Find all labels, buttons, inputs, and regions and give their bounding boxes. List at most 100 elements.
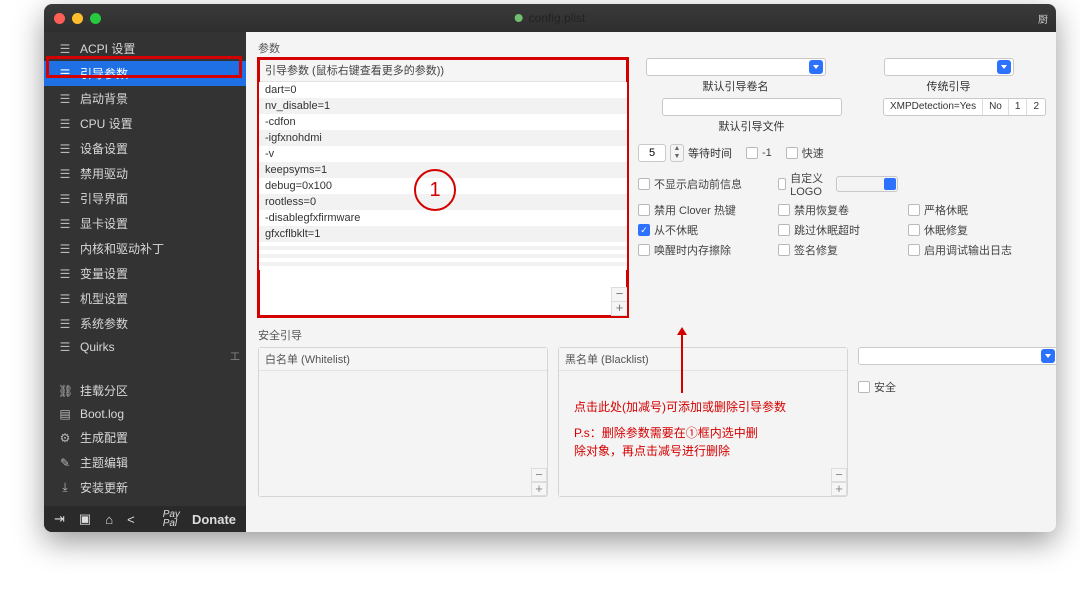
whitelist-add-button[interactable]: + <box>531 482 547 496</box>
secure-boot-section: 安全引导 白名单 (Whitelist) −+ 黑名单 (Blacklist) … <box>258 327 1056 497</box>
boot-args-header: 引导参数 (鼠标右键查看更多的参数)) <box>259 59 627 82</box>
tools-theme-edit[interactable]: ✎主题编辑 <box>44 450 246 475</box>
boot-flags-grid: 不显示启动前信息 自定义 LOGO 禁用 Clover 热键 禁用恢复卷 严格休… <box>638 170 1046 258</box>
boot-args-list[interactable]: dart=0 nv_disable=1 -cdfon -igfxnohdmi -… <box>259 82 627 316</box>
sidebar-item-boot-args[interactable]: ☰引导参数 <box>44 61 246 86</box>
sidebar-item-gui[interactable]: ☰引导界面 <box>44 186 246 211</box>
blacklist-header: 黑名单 (Blacklist) <box>559 348 847 371</box>
legacy-boot-select[interactable] <box>884 58 1014 76</box>
disable-clover-hotkeys-checkbox[interactable]: 禁用 Clover 热键 <box>638 202 768 218</box>
rtc-hibernate-aware-checkbox[interactable]: 唤醒时内存擦除 <box>638 242 768 258</box>
boot-arg-row[interactable]: gfxcflbklt=1 <box>259 226 627 242</box>
tools-generate-config[interactable]: ⚙生成配置 <box>44 425 246 450</box>
sidebar-item-devices[interactable]: ☰设备设置 <box>44 136 246 161</box>
export-icon[interactable]: ⇥ <box>54 511 65 527</box>
boot-arg-row[interactable]: rootless=0 <box>259 194 627 210</box>
whitelist-remove-button[interactable]: − <box>531 468 547 482</box>
boot-arg-row[interactable]: keepsyms=1 <box>259 162 627 178</box>
blacklist-add-button[interactable]: + <box>831 482 847 496</box>
saved-indicator-icon <box>515 14 523 22</box>
sidebar-item-graphics[interactable]: ☰显卡设置 <box>44 211 246 236</box>
args-section-label: 参数 <box>258 40 628 56</box>
sidebar-item-kernel-and-kext-patches[interactable]: ☰内核和驱动补丁 <box>44 236 246 261</box>
zoom-window-button[interactable] <box>90 13 101 24</box>
sidebar-item-smbios[interactable]: ☰机型设置 <box>44 286 246 311</box>
sidebar-item-quirks[interactable]: ☰Quirks <box>44 336 246 358</box>
secure-boot-mode-select[interactable] <box>858 347 1056 365</box>
default-volume-select[interactable] <box>646 58 826 76</box>
boot-arg-row[interactable] <box>259 266 627 270</box>
boot-settings-column: 默认引导卷名 传统引导 默认引导文件 XMPDetect <box>638 58 1046 258</box>
whitelist-body[interactable] <box>259 371 547 496</box>
list-icon: ☰ <box>58 217 72 231</box>
close-window-button[interactable] <box>54 13 65 24</box>
sidebar-item-system-parameters[interactable]: ☰系统参数 <box>44 311 246 336</box>
save-icon[interactable]: ▣ <box>79 511 91 527</box>
filename-label: config.plist <box>529 11 586 25</box>
list-icon: ☰ <box>58 317 72 331</box>
log-icon: ▤ <box>58 407 72 421</box>
boot-args-panel: 引导参数 (鼠标右键查看更多的参数)) dart=0 nv_disable=1 … <box>258 58 628 317</box>
boot-arg-row[interactable]: debug=0x100 <box>259 178 627 194</box>
sidebar-item-rt-variables[interactable]: ☰变量设置 <box>44 261 246 286</box>
xmp-segmented-control[interactable]: XMPDetection=Yes No 1 2 <box>883 98 1046 116</box>
timeout-stepper[interactable]: ▲▼ <box>670 144 684 162</box>
xmp-seg-1[interactable]: 1 <box>1009 99 1028 115</box>
mount-icon: ⛓ <box>58 384 72 398</box>
boot-arg-row[interactable]: nv_disable=1 <box>259 98 627 114</box>
dropdown-icon <box>809 60 823 74</box>
tools-install-update[interactable]: ⤓安装更新 <box>44 475 246 500</box>
main-content: 参数 引导参数 (鼠标右键查看更多的参数)) dart=0 nv_disable… <box>246 32 1056 532</box>
disable-recovery-checkbox[interactable]: 禁用恢复卷 <box>778 202 898 218</box>
strict-hibernate-checkbox[interactable]: 严格休眠 <box>908 202 1038 218</box>
timeout-input[interactable] <box>638 144 666 162</box>
sidebar-bottom-bar: ⇥ ▣ ⌂ < PayPal Donate <box>44 506 246 532</box>
home-icon[interactable]: ⌂ <box>105 512 113 527</box>
timeout-label: 等待时间 <box>688 145 732 161</box>
titlebar-title: config.plist <box>515 11 586 25</box>
boot-arg-row[interactable]: dart=0 <box>259 82 627 98</box>
boot-arg-row[interactable]: -v <box>259 146 627 162</box>
minimize-window-button[interactable] <box>72 13 83 24</box>
sidebar-item-cpu[interactable]: ☰CPU 设置 <box>44 111 246 136</box>
boot-arg-row[interactable]: -igfxnohdmi <box>259 130 627 146</box>
no-early-progress-checkbox[interactable]: 不显示启动前信息 <box>638 170 768 198</box>
neg1-checkbox[interactable]: -1 <box>746 147 772 159</box>
xmp-seg-no[interactable]: No <box>983 99 1009 115</box>
xmp-seg-yes[interactable]: XMPDetection=Yes <box>884 99 983 115</box>
sidebar-item-boot-graphics[interactable]: ☰启动背景 <box>44 86 246 111</box>
legacy-boot-label: 传统引导 <box>927 78 971 94</box>
secure-checkbox[interactable]: 安全 <box>858 379 896 395</box>
tools-bootlog[interactable]: ▤Boot.log <box>44 403 246 425</box>
donate-button[interactable]: PayPal <box>163 510 180 528</box>
list-icon: ☰ <box>58 142 72 156</box>
titlebar-tool-icon[interactable]: 厨 <box>1038 11 1048 26</box>
debug-log-checkbox[interactable]: 启用调试输出日志 <box>908 242 1038 258</box>
never-hibernate-checkbox[interactable]: ✓从不休眠 <box>638 222 768 238</box>
custom-logo-select[interactable] <box>836 176 898 192</box>
app-window: config.plist 厨 ☰ACPI 设置 ☰引导参数 ☰启动背景 ☰CPU… <box>44 4 1056 532</box>
skip-hibernate-timeout-checkbox[interactable]: 跳过休眠超时 <box>778 222 898 238</box>
fast-checkbox[interactable]: 快速 <box>786 145 824 161</box>
xmp-seg-2[interactable]: 2 <box>1027 99 1045 115</box>
list-icon: ☰ <box>58 117 72 131</box>
hibernation-fixup-checkbox[interactable]: 休眠修复 <box>908 222 1038 238</box>
custom-logo-checkbox[interactable]: 自定义 LOGO <box>778 170 898 198</box>
donate-label[interactable]: Donate <box>192 512 236 527</box>
edit-icon: ✎ <box>58 456 72 470</box>
dropdown-icon <box>1041 349 1055 363</box>
tools-mount-efi[interactable]: ⛓挂载分区 <box>44 378 246 403</box>
sidebar-tool-icon[interactable]: 工 <box>230 348 240 363</box>
add-arg-button[interactable]: + <box>612 302 627 316</box>
secure-boot-label: 安全引导 <box>258 327 1056 343</box>
boot-arg-row[interactable]: -cdfon <box>259 114 627 130</box>
sidebar-item-acpi[interactable]: ☰ACPI 设置 <box>44 36 246 61</box>
signature-fixup-checkbox[interactable]: 签名修复 <box>778 242 898 258</box>
share-icon[interactable]: < <box>127 512 135 527</box>
default-loader-input[interactable] <box>662 98 842 116</box>
sidebar-item-disable-drivers[interactable]: ☰禁用驱动 <box>44 161 246 186</box>
boot-arg-row[interactable]: -disablegfxfirmware <box>259 210 627 226</box>
blacklist-body[interactable] <box>559 371 847 496</box>
whitelist-panel: 白名单 (Whitelist) −+ <box>258 347 548 497</box>
blacklist-remove-button[interactable]: − <box>831 468 847 482</box>
